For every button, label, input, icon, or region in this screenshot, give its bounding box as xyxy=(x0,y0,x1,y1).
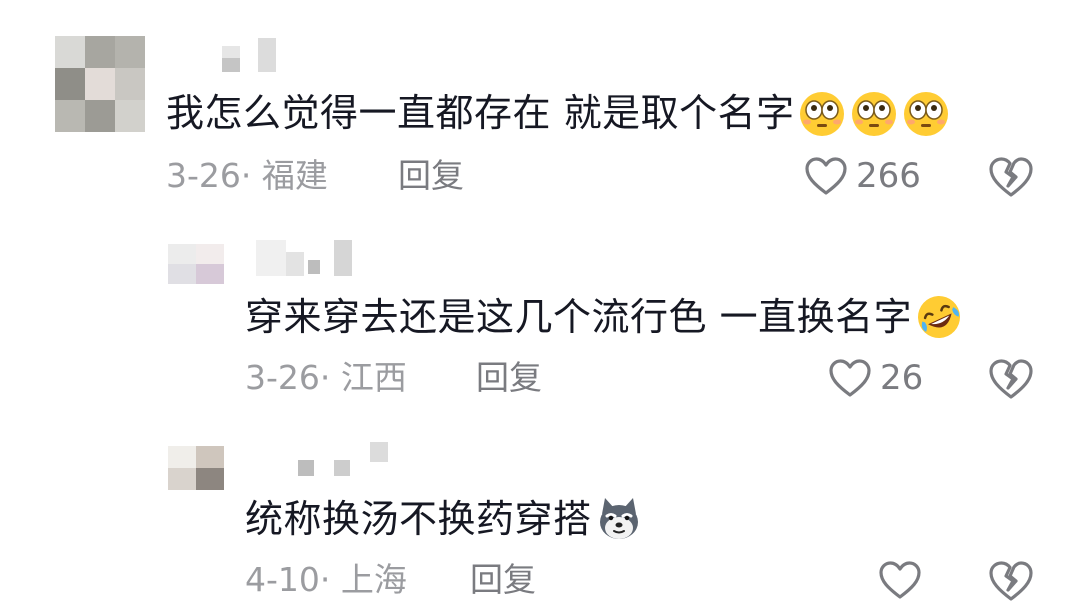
comment-meta: 3-26· 福建 xyxy=(166,156,328,196)
comment-location: 江西 xyxy=(340,358,407,397)
dislike-button[interactable] xyxy=(988,156,1034,198)
comment-text-content: 穿来穿去还是这几个流行色 一直换名字 xyxy=(245,295,913,339)
comment-location: 上海 xyxy=(340,560,407,599)
rolling-laughing-face-icon xyxy=(914,292,964,342)
broken-heart-icon xyxy=(989,561,1033,601)
username[interactable] xyxy=(298,442,388,476)
meta-separator: · xyxy=(319,560,341,599)
flushed-face-icon xyxy=(901,88,951,138)
avatar[interactable] xyxy=(168,446,224,490)
meta-separator: · xyxy=(319,358,341,397)
reply-button[interactable]: 回复 xyxy=(470,560,536,600)
avatar[interactable] xyxy=(168,244,224,284)
flushed-face-icon xyxy=(797,88,847,138)
broken-heart-icon xyxy=(989,359,1033,399)
heart-icon xyxy=(829,359,871,397)
comment-date: 3-26 xyxy=(166,156,241,195)
comment-date: 3-26 xyxy=(245,358,320,397)
reply-button[interactable]: 回复 xyxy=(476,358,542,398)
comment-location: 福建 xyxy=(261,156,328,195)
comment-text: 穿来穿去还是这几个流行色 一直换名字 xyxy=(245,294,964,345)
like-button[interactable] xyxy=(878,560,930,600)
heart-icon xyxy=(879,561,921,599)
comment-text-content: 统称换汤不换药穿搭 xyxy=(245,497,592,541)
broken-heart-icon xyxy=(989,157,1033,197)
flushed-face-icon xyxy=(849,88,899,138)
like-count: 266 xyxy=(856,156,921,196)
heart-icon xyxy=(805,157,847,195)
comment-text: 我怎么觉得一直都存在 就是取个名字 xyxy=(166,90,951,141)
like-button[interactable]: 266 xyxy=(804,156,921,196)
reply-button[interactable]: 回复 xyxy=(398,156,464,196)
username[interactable] xyxy=(222,38,276,72)
avatar[interactable] xyxy=(55,36,145,132)
like-button[interactable]: 26 xyxy=(828,358,923,398)
comment-text: 统称换汤不换药穿搭 xyxy=(245,496,644,547)
dislike-button[interactable] xyxy=(988,358,1034,400)
doge-icon xyxy=(594,494,644,544)
comment-meta: 4-10· 上海 xyxy=(245,560,407,600)
like-count: 26 xyxy=(880,358,924,398)
comment-text-content: 我怎么觉得一直都存在 就是取个名字 xyxy=(166,91,795,135)
comment-meta: 3-26· 江西 xyxy=(245,358,407,398)
meta-separator: · xyxy=(240,156,262,195)
username[interactable] xyxy=(256,240,352,276)
dislike-button[interactable] xyxy=(988,560,1034,602)
comment-date: 4-10 xyxy=(245,560,320,599)
